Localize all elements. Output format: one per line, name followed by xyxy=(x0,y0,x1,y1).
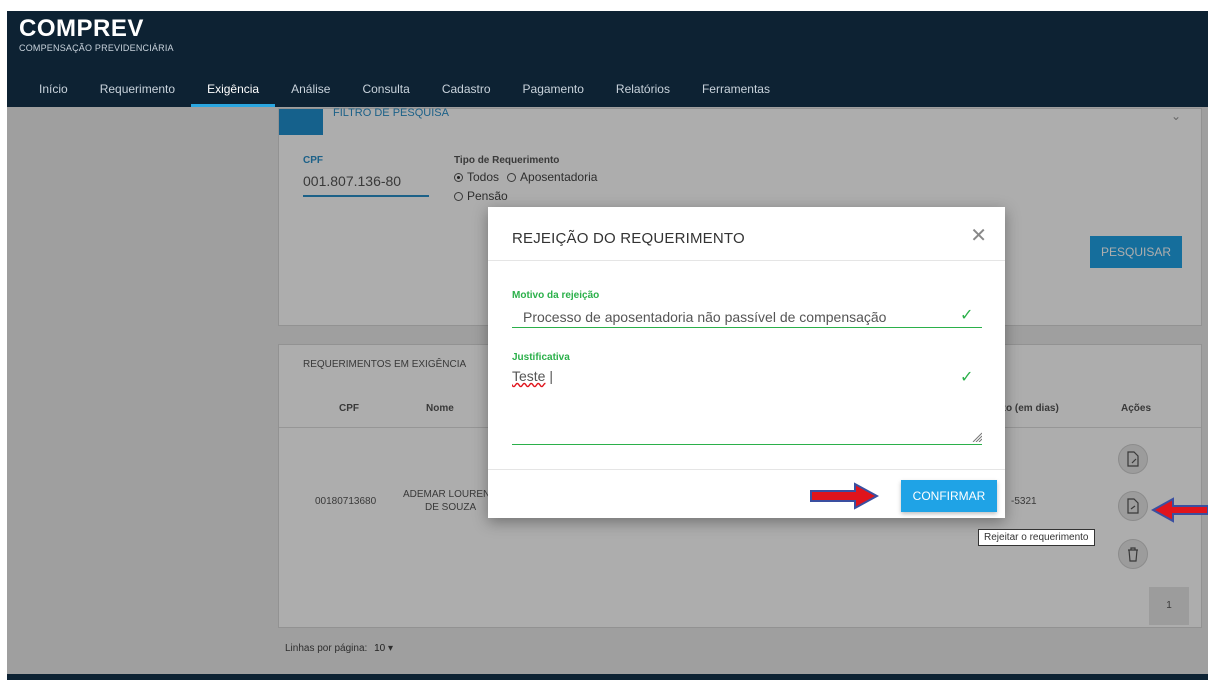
motivo-underline xyxy=(512,327,982,328)
nav-item-pagamento[interactable]: Pagamento xyxy=(507,77,600,107)
justificativa-underline xyxy=(512,444,982,445)
nav-item-exigencia[interactable]: Exigência xyxy=(191,77,276,107)
nav-item-requerimento[interactable]: Requerimento xyxy=(84,77,191,107)
nav-item-analise[interactable]: Análise xyxy=(275,77,346,107)
justificativa-value: Teste xyxy=(512,368,546,384)
top-bar: COMPREV COMPENSAÇÃO PREVIDENCIÁRIA Iníci… xyxy=(7,11,1208,107)
annotation-arrow-right-icon xyxy=(810,482,879,510)
brand-subtitle: COMPENSAÇÃO PREVIDENCIÁRIA xyxy=(19,43,174,53)
nav-item-cadastro[interactable]: Cadastro xyxy=(426,77,507,107)
motivo-select[interactable]: Processo de aposentadoria não passível d… xyxy=(523,309,886,325)
check-icon-justificativa: ✓ xyxy=(960,369,974,386)
annotation-arrow-left-icon xyxy=(1151,497,1208,523)
nav-item-ferramentas[interactable]: Ferramentas xyxy=(686,77,786,107)
app-frame: COMPREV COMPENSAÇÃO PREVIDENCIÁRIA Iníci… xyxy=(7,11,1208,680)
nav-item-consulta[interactable]: Consulta xyxy=(346,77,425,107)
main-nav: Início Requerimento Exigência Análise Co… xyxy=(7,77,786,107)
check-icon: ✓ xyxy=(960,307,974,324)
brand[interactable]: COMPREV COMPENSAÇÃO PREVIDENCIÁRIA xyxy=(19,15,174,53)
motivo-label: Motivo da rejeição xyxy=(512,290,600,301)
justificativa-textarea[interactable]: Teste | xyxy=(512,368,553,384)
confirm-button[interactable]: CONFIRMAR xyxy=(901,480,997,512)
tooltip: Rejeitar o requerimento xyxy=(978,529,1095,546)
brand-name: COMPREV xyxy=(19,15,144,42)
rejection-modal: REJEIÇÃO DO REQUERIMENTO ✕ Motivo da rej… xyxy=(488,207,1005,518)
footer-bar xyxy=(7,674,1208,680)
modal-footer-divider xyxy=(488,469,1005,470)
justificativa-label: Justificativa xyxy=(512,352,570,363)
modal-header-divider xyxy=(488,260,1005,261)
text-cursor: | xyxy=(545,368,553,384)
modal-title: REJEIÇÃO DO REQUERIMENTO xyxy=(512,230,745,247)
close-icon[interactable]: ✕ xyxy=(970,223,987,248)
resize-handle-icon[interactable] xyxy=(972,432,982,442)
nav-item-inicio[interactable]: Início xyxy=(7,77,84,107)
nav-item-relatorios[interactable]: Relatórios xyxy=(600,77,686,107)
